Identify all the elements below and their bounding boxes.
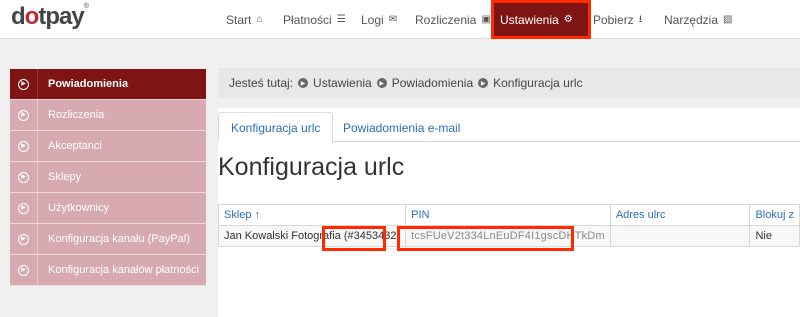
column-header-adres[interactable]: Adres ulrc	[609, 204, 751, 226]
circle-arrow-icon: ▶	[18, 264, 29, 276]
circle-arrow-icon: ▶	[18, 109, 29, 121]
nav-ustawienia[interactable]: Ustawienia ⚙	[491, 0, 591, 39]
cell-shop: Jan Kowalski Fotografia (#3453432)	[217, 225, 407, 247]
list-icon: ☰	[336, 13, 346, 25]
cell-pin: tcsFUeV2t334LnEuDF4I1gscDHTkDm	[405, 225, 611, 247]
cell-block: Nie	[749, 225, 800, 247]
breadcrumb-prefix: Jesteś tutaj:	[229, 76, 294, 90]
circle-arrow-icon: ▶	[18, 171, 29, 183]
top-navbar: dotpay® Start ⌂ Płatności ☰ Logi ✉ Rozli…	[0, 0, 800, 39]
tab-powiadomienia-email[interactable]: Powiadomienia e-mail	[331, 112, 472, 143]
urlc-table: Sklep ↑ PIN Adres ulrc Blokuj z Jan Kowa…	[217, 204, 800, 247]
shop-name: Jan Kowalski Fotografia	[224, 230, 341, 242]
cogs-icon: ⚙	[563, 13, 573, 25]
tab-bar: Konfiguracja urlc Powiadomienia e-mail	[218, 108, 800, 143]
briefcase-icon: ▧	[723, 13, 733, 25]
nav-pobierz[interactable]: Pobierz ⭳	[593, 0, 642, 39]
circle-arrow-icon: ▶	[18, 202, 29, 214]
sidebar-item-konfiguracja-kanalow[interactable]: ▶ Konfiguracja kanałów płatności	[10, 255, 206, 286]
tab-konfiguracja-urlc[interactable]: Konfiguracja urlc	[218, 112, 334, 143]
shop-id: (#3453432)	[343, 230, 401, 242]
breadcrumb-item-current: Konfiguracja urlc	[493, 76, 583, 90]
breadcrumb-item-powiadomienia[interactable]: Powiadomienia	[392, 76, 473, 90]
cell-address	[609, 225, 751, 247]
nav-logi[interactable]: Logi ✉	[361, 0, 397, 39]
sidebar-item-uzytkownicy[interactable]: ▶ Użytkownicy	[10, 193, 206, 224]
sidebar-item-powiadomienia[interactable]: ▶ Powiadomienia	[10, 69, 206, 100]
table-header-row: Sklep ↑ PIN Adres ulrc Blokuj z	[217, 204, 800, 226]
column-header-sklep[interactable]: Sklep ↑	[217, 204, 407, 226]
main-content: Konfiguracja urlc Powiadomienia e-mail K…	[217, 108, 800, 317]
pin-value: tcsFUeV2t334LnEuDF4I1gscDHTkDm	[411, 230, 605, 242]
dotpay-logo[interactable]: dotpay®	[11, 3, 89, 31]
sidebar-menu: ▶ Powiadomienia ▶ Rozliczenia ▶ Akceptan…	[10, 69, 206, 286]
money-icon: ▣	[481, 13, 491, 25]
breadcrumb-item-ustawienia[interactable]: Ustawienia	[313, 76, 372, 90]
page-title: Konfiguracja urlc	[218, 153, 405, 181]
chevron-right-icon: ▶	[298, 78, 309, 88]
sidebar-item-konfiguracja-paypal[interactable]: ▶ Konfiguracja kanału (PayPal)	[10, 224, 206, 255]
table-row[interactable]: Jan Kowalski Fotografia (#3453432) tcsFU…	[217, 225, 800, 247]
nav-start[interactable]: Start ⌂	[226, 0, 262, 39]
sidebar-item-rozliczenia[interactable]: ▶ Rozliczenia	[10, 100, 206, 131]
nav-rozliczenia[interactable]: Rozliczenia ▣	[415, 0, 491, 39]
circle-arrow-icon: ▶	[18, 78, 29, 90]
chevron-right-icon: ▶	[478, 78, 489, 88]
circle-arrow-icon: ▶	[18, 140, 29, 152]
chevron-right-icon: ▶	[376, 78, 387, 88]
download-icon: ⭳	[638, 13, 643, 25]
sidebar-item-sklepy[interactable]: ▶ Sklepy	[10, 162, 206, 193]
sidebar-item-akceptanci[interactable]: ▶ Akceptanci	[10, 131, 206, 162]
home-icon: ⌂	[256, 13, 263, 25]
nav-narzedzia[interactable]: Narzędzia ▧	[664, 0, 732, 39]
nav-platnosci[interactable]: Płatności ☰	[283, 0, 346, 39]
breadcrumb: Jesteś tutaj: ▶ Ustawienia ▶ Powiadomien…	[218, 68, 800, 98]
circle-arrow-icon: ▶	[18, 233, 29, 245]
column-header-pin[interactable]: PIN	[405, 204, 611, 226]
envelope-icon: ✉	[388, 13, 398, 25]
column-header-blokuj[interactable]: Blokuj z	[749, 204, 800, 226]
